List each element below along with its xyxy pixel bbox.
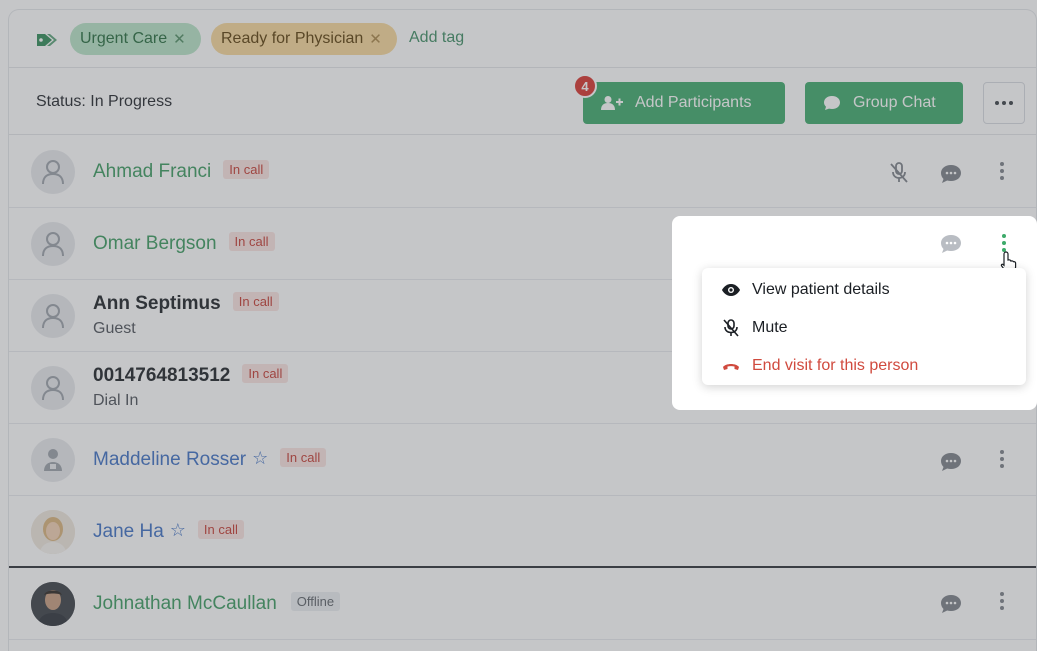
- status-bar: Status: In Progress Add Participants 4 G…: [9, 67, 1036, 135]
- eye-icon: [722, 284, 740, 296]
- user-placeholder-icon: [42, 304, 64, 329]
- more-options-button[interactable]: [983, 82, 1025, 124]
- participant-role: Guest: [93, 320, 136, 337]
- status-badge: In call: [223, 160, 270, 179]
- menu-item-label: View patient details: [752, 281, 890, 298]
- participant-name[interactable]: Maddeline Rosser ☆ In call: [93, 448, 327, 471]
- provider-icon: [44, 449, 62, 471]
- status-badge: Offline: [290, 592, 341, 611]
- remove-tag-icon[interactable]: ✕: [173, 30, 186, 48]
- status-badge: In call: [228, 232, 275, 251]
- chat-icon[interactable]: [940, 234, 962, 254]
- participant-name[interactable]: Johnathan McCaullan Offline: [93, 592, 341, 615]
- add-tag-link[interactable]: Add tag: [409, 29, 464, 47]
- tag-urgent-care[interactable]: Urgent Care ✕: [70, 23, 201, 55]
- menu-item-mute[interactable]: Mute: [722, 314, 788, 342]
- menu-item-label: Mute: [752, 319, 788, 336]
- participant-context-menu: View patient details Mute End visit for …: [702, 268, 1026, 385]
- remove-tag-icon[interactable]: ✕: [369, 30, 382, 48]
- tag-icon: [35, 32, 57, 53]
- participant-role: Dial In: [93, 392, 139, 409]
- group-chat-button[interactable]: Group Chat: [805, 82, 963, 124]
- star-icon[interactable]: ☆: [252, 448, 268, 469]
- status-badge: In call: [197, 520, 244, 539]
- participant-row: Maddeline Rosser ☆ In call: [9, 424, 1036, 496]
- user-placeholder-icon: [42, 160, 64, 185]
- star-icon[interactable]: ☆: [170, 520, 186, 541]
- participant-name[interactable]: 0014764813512 In call: [93, 364, 289, 387]
- participant-name[interactable]: Omar Bergson In call: [93, 232, 275, 255]
- chat-icon[interactable]: [940, 594, 962, 614]
- participant-name[interactable]: Jane Ha ☆ In call: [93, 520, 244, 543]
- tag-ready-for-physician[interactable]: Ready for Physician ✕: [211, 23, 397, 55]
- chat-icon[interactable]: [940, 164, 962, 184]
- chat-icon[interactable]: [940, 452, 962, 472]
- row-menu-icon[interactable]: [1000, 162, 1004, 180]
- add-participants-label: Add Participants: [635, 94, 752, 111]
- more-horizontal-icon: [995, 101, 1013, 105]
- participants-count-badge: 4: [573, 74, 597, 98]
- group-chat-label: Group Chat: [853, 94, 936, 111]
- menu-item-label: End visit for this person: [752, 357, 919, 374]
- avatar: [31, 366, 75, 410]
- add-participants-button[interactable]: Add Participants: [583, 82, 785, 124]
- status-badge: In call: [242, 364, 289, 383]
- row-menu-icon[interactable]: [1000, 592, 1004, 610]
- user-placeholder-icon: [42, 232, 64, 257]
- status-text: Status: In Progress: [36, 93, 173, 110]
- tag-bar: Urgent Care ✕ Ready for Physician ✕ Add …: [9, 10, 1036, 67]
- hang-up-icon: [722, 361, 740, 371]
- participant-row: Ahmad Franci In call: [9, 136, 1036, 208]
- avatar: [31, 150, 75, 194]
- user-photo-icon: [31, 510, 75, 554]
- chat-icon: [823, 95, 841, 111]
- menu-item-view-patient-details[interactable]: View patient details: [722, 276, 890, 304]
- mic-off-icon: [722, 319, 740, 337]
- menu-item-end-visit[interactable]: End visit for this person: [722, 352, 918, 380]
- status-badge: In call: [232, 292, 279, 311]
- add-user-icon: [601, 95, 623, 111]
- tag-label: Urgent Care: [80, 30, 168, 47]
- user-photo-icon: [31, 582, 75, 626]
- user-placeholder-icon: [42, 376, 64, 401]
- participant-name[interactable]: Ann Septimus In call: [93, 292, 279, 315]
- status-badge: In call: [280, 448, 327, 467]
- avatar: [31, 294, 75, 338]
- avatar: [31, 582, 75, 626]
- avatar: [31, 438, 75, 482]
- tag-label: Ready for Physician: [221, 30, 364, 47]
- avatar: [31, 222, 75, 266]
- participant-row: Johnathan McCaullan Offline: [9, 568, 1036, 640]
- avatar: [31, 510, 75, 554]
- mic-off-icon[interactable]: [889, 162, 909, 184]
- participant-row: Jane Ha ☆ In call: [9, 496, 1036, 568]
- participant-name[interactable]: Ahmad Franci In call: [93, 160, 270, 183]
- row-menu-icon[interactable]: [1000, 450, 1004, 468]
